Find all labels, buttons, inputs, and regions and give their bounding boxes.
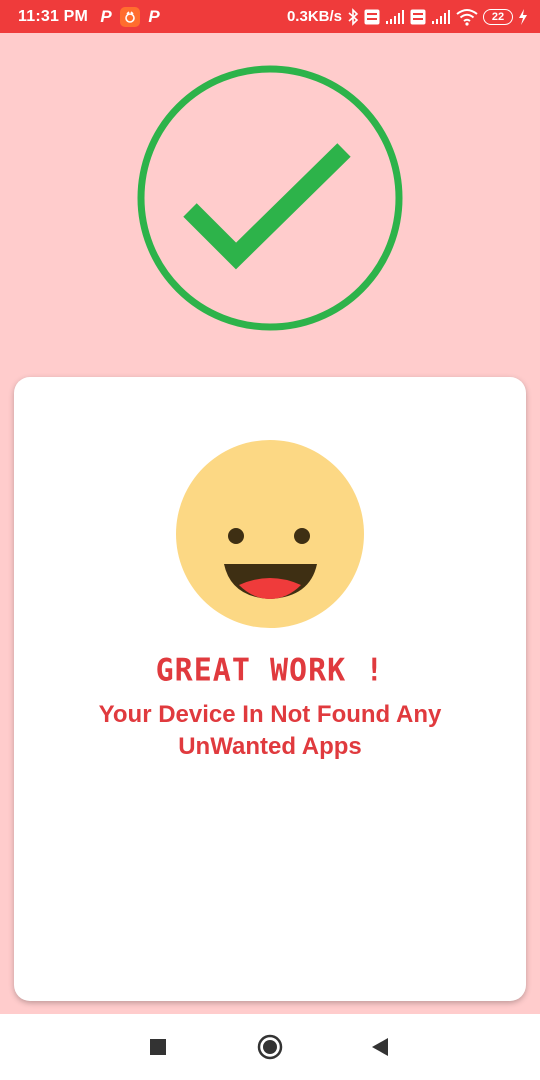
volte-icon	[410, 9, 426, 24]
navigation-bar	[0, 1014, 540, 1080]
back-triangle-icon[interactable]	[350, 1014, 410, 1080]
result-card: GREAT WORK ! Your Device In Not Found An…	[14, 377, 526, 1001]
status-left: 11:31 PM P P	[18, 0, 162, 33]
p-icon: P	[148, 6, 160, 26]
check-circle-icon	[136, 64, 406, 334]
network-speed: 0.3KB/s	[286, 8, 342, 25]
p-icon: P	[100, 6, 112, 26]
home-circle-icon[interactable]	[240, 1014, 300, 1080]
signal-icon	[432, 9, 450, 24]
bluetooth-icon	[348, 7, 359, 26]
signal-icon	[386, 9, 404, 24]
status-right: 0.3KB/s 22	[287, 0, 528, 33]
grinning-face-icon	[175, 439, 365, 629]
wifi-icon	[456, 8, 478, 26]
app-notification-icon	[120, 6, 141, 27]
volte-icon	[364, 9, 380, 24]
result-message: Your Device In Not Found Any UnWanted Ap…	[98, 701, 442, 760]
status-bar: 11:31 PM P P 0.3KB/s 22	[0, 0, 540, 33]
result-title: GREAT WORK !	[155, 652, 385, 689]
battery-icon: 22	[483, 8, 513, 25]
recents-square-icon[interactable]	[128, 1014, 188, 1080]
status-time: 11:31 PM	[18, 7, 89, 25]
charging-icon	[519, 8, 527, 25]
